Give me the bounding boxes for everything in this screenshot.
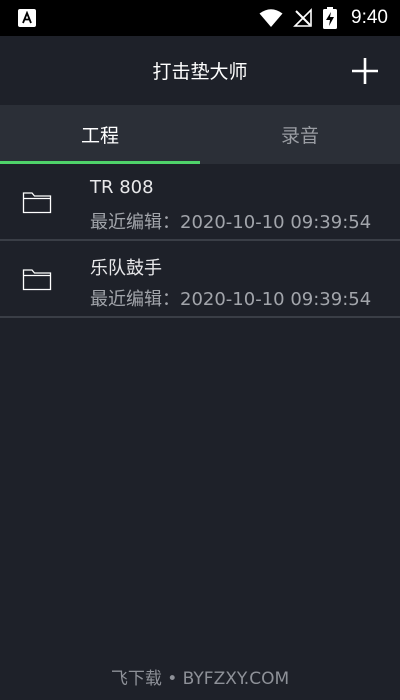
wifi-icon (259, 9, 283, 27)
watermark-text: 飞下载 • BYFZXY.COM (110, 669, 290, 689)
plus-icon (352, 58, 378, 84)
status-icons: 9:40 (259, 0, 388, 36)
folder-icon (22, 192, 52, 214)
folder-icon (22, 269, 52, 291)
project-list: TR 808 最近编辑：2020-10-10 09:39:54 乐队鼓手 最近编… (0, 164, 400, 318)
tab-bar: 工程 录音 (0, 105, 400, 164)
project-last-edited: 最近编辑：2020-10-10 09:39:54 (90, 212, 372, 233)
project-name: TR 808 (90, 177, 154, 198)
app-bar: 打击垫大师 (0, 36, 400, 105)
project-name: 乐队鼓手 (90, 258, 162, 279)
no-signal-icon (293, 8, 312, 27)
list-item[interactable]: TR 808 最近编辑：2020-10-10 09:39:54 (0, 164, 400, 241)
project-last-edited: 最近编辑：2020-10-10 09:39:54 (90, 289, 372, 310)
app-notification-icon (18, 9, 36, 27)
tab-recordings[interactable]: 录音 (200, 105, 400, 164)
status-bar: 9:40 (0, 0, 400, 36)
tab-projects-label: 工程 (80, 125, 119, 147)
tab-recordings-label: 录音 (280, 125, 319, 147)
battery-charging-icon (323, 7, 338, 29)
status-time: 9:40 (351, 7, 388, 28)
add-project-button[interactable] (350, 56, 380, 86)
tab-projects[interactable]: 工程 (0, 105, 200, 164)
app-title: 打击垫大师 (152, 61, 248, 83)
list-item[interactable]: 乐队鼓手 最近编辑：2020-10-10 09:39:54 (0, 241, 400, 318)
